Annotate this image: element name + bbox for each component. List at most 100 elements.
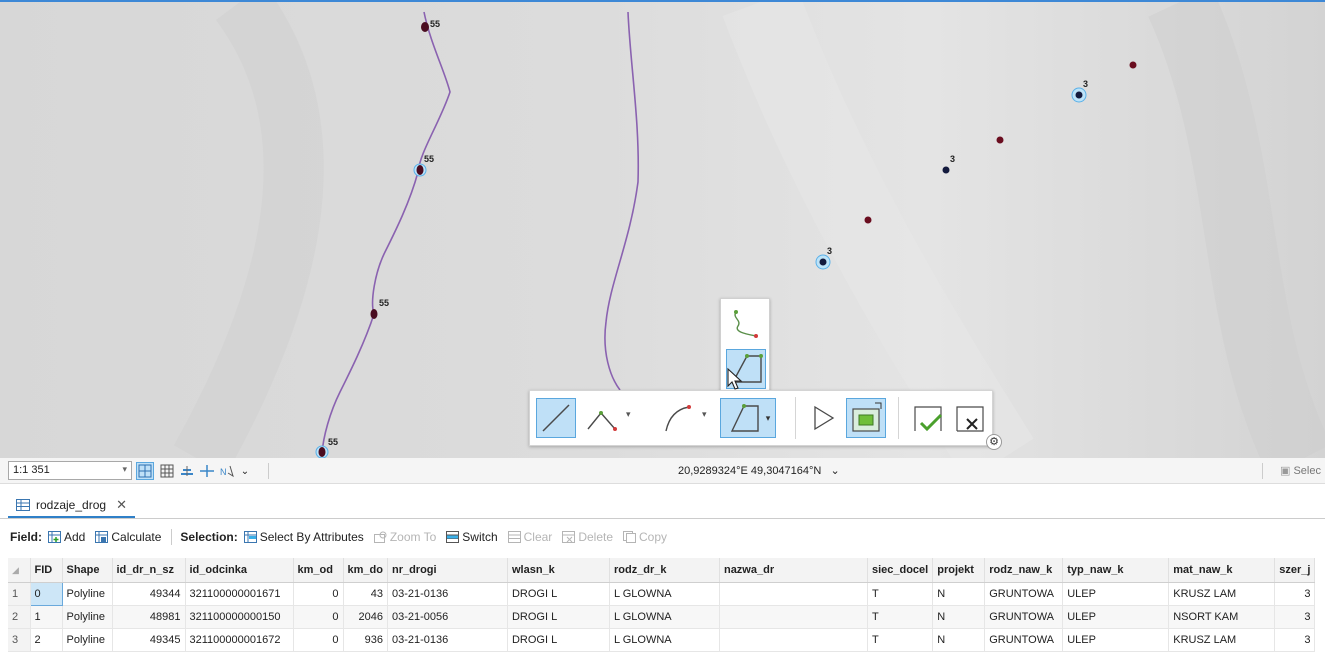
north-arrow-icon[interactable]: N <box>218 462 236 480</box>
table-cell[interactable]: 3 <box>1274 582 1316 606</box>
gear-icon[interactable]: ⚙ <box>986 434 1002 450</box>
table-cell[interactable]: 2 <box>30 628 63 652</box>
switch-selection-button[interactable]: Switch <box>446 530 498 544</box>
column-header[interactable]: szer_j <box>1274 558 1316 583</box>
table-cell[interactable]: KRUSZ LAM <box>1168 582 1276 606</box>
column-header[interactable]: Shape <box>62 558 113 583</box>
tab-rodzaje-drog[interactable]: rodzaje_drog ✕ <box>8 494 135 518</box>
column-header[interactable]: mat_naw_k <box>1168 558 1276 583</box>
table-row[interactable]: 3 2 Polyline 49345 321100000001672 0 936… <box>8 628 1316 652</box>
table-cell[interactable]: 3 <box>1274 605 1316 629</box>
table-cell[interactable]: ULEP <box>1062 605 1170 629</box>
chevron-down-icon[interactable]: ⌄ <box>830 465 839 477</box>
freehand-tool-button[interactable] <box>728 304 764 342</box>
column-header[interactable]: nr_drogi <box>387 558 508 583</box>
table-cell[interactable]: 43 <box>343 582 388 606</box>
table-cell[interactable]: Polyline <box>62 582 113 606</box>
table-cell[interactable]: DROGI L <box>507 605 610 629</box>
table-cell[interactable]: N <box>932 628 986 652</box>
table-cell[interactable]: L GLOWNA <box>609 605 720 629</box>
table-cell[interactable]: NSORT KAM <box>1168 605 1276 629</box>
table-cell[interactable]: ULEP <box>1062 582 1170 606</box>
table-cell[interactable]: N <box>932 582 986 606</box>
table-cell[interactable]: 0 <box>293 582 344 606</box>
table-cell[interactable] <box>719 582 868 606</box>
table-cell[interactable]: 0 <box>29 581 63 606</box>
column-header[interactable]: km_do <box>343 558 388 583</box>
table-cell[interactable]: 49344 <box>112 582 186 606</box>
column-header[interactable]: wlasn_k <box>507 558 610 583</box>
table-cell[interactable]: 48981 <box>112 605 186 629</box>
table-cell[interactable]: ULEP <box>1062 628 1170 652</box>
table-grid-icon[interactable] <box>158 462 176 480</box>
delete-selection-button[interactable]: Delete <box>562 530 613 544</box>
zoom-to-button[interactable]: Zoom To <box>373 530 436 544</box>
table-cell[interactable]: L GLOWNA <box>609 628 720 652</box>
column-header[interactable]: id_dr_n_sz <box>112 558 186 583</box>
crosshair-icon[interactable] <box>198 462 216 480</box>
table-cell[interactable]: GRUNTOWA <box>984 582 1064 606</box>
chevron-down-icon[interactable]: ▾ <box>702 409 707 420</box>
polygon-tool-button[interactable]: ▾ <box>720 398 776 438</box>
table-row[interactable]: 2 1 Polyline 48981 321100000000150 0 204… <box>8 605 1316 629</box>
column-header[interactable]: id_odcinka <box>185 558 294 583</box>
table-cell[interactable]: 3 <box>1274 628 1316 652</box>
table-cell[interactable]: T <box>867 628 934 652</box>
table-cell[interactable]: 03-21-0056 <box>387 605 508 629</box>
table-cell[interactable]: 0 <box>293 605 344 629</box>
clear-selection-button[interactable]: Clear <box>507 530 552 544</box>
table-cell[interactable]: 03-21-0136 <box>387 582 508 606</box>
column-header[interactable]: rodz_dr_k <box>609 558 720 583</box>
row-number[interactable]: 1 <box>8 582 31 606</box>
table-cell[interactable]: 936 <box>343 628 388 652</box>
selection-status[interactable]: ▣ Selec <box>1280 464 1321 477</box>
polyline-tool-button[interactable] <box>582 398 622 438</box>
chevron-down-icon[interactable]: ▾ <box>626 409 631 420</box>
table-cell[interactable]: 03-21-0136 <box>387 628 508 652</box>
table-cell[interactable]: 321100000001672 <box>185 628 294 652</box>
column-header[interactable]: km_od <box>293 558 344 583</box>
column-header[interactable]: FID <box>30 558 63 583</box>
select-by-attributes-button[interactable]: Select By Attributes <box>243 530 364 544</box>
table-cell[interactable]: N <box>932 605 986 629</box>
column-header[interactable]: projekt <box>932 558 986 583</box>
table-cell[interactable]: L GLOWNA <box>609 582 720 606</box>
table-cell[interactable]: 49345 <box>112 628 186 652</box>
rectangle-select-button[interactable] <box>846 398 886 438</box>
table-cell[interactable]: DROGI L <box>507 582 610 606</box>
column-header[interactable]: rodz_naw_k <box>984 558 1064 583</box>
line-tool-button[interactable] <box>536 398 576 438</box>
cancel-sketch-button[interactable] <box>950 398 990 438</box>
finish-sketch-button[interactable] <box>908 398 948 438</box>
chevron-down-icon[interactable]: ⌄ <box>236 462 254 480</box>
select-tool-button[interactable] <box>804 398 844 438</box>
column-header[interactable]: siec_docel <box>867 558 934 583</box>
row-number[interactable]: 3 <box>8 628 31 652</box>
add-field-button[interactable]: Add <box>48 530 85 544</box>
chevron-down-icon[interactable]: ▾ <box>766 413 771 424</box>
table-cell[interactable]: KRUSZ LAM <box>1168 628 1276 652</box>
table-cell[interactable]: Polyline <box>62 628 113 652</box>
table-cell[interactable]: T <box>867 605 934 629</box>
table-cell[interactable]: T <box>867 582 934 606</box>
table-cell[interactable]: Polyline <box>62 605 113 629</box>
calculate-field-button[interactable]: Calculate <box>95 530 161 544</box>
table-cell[interactable]: 321100000000150 <box>185 605 294 629</box>
table-cell[interactable]: 1 <box>30 605 63 629</box>
row-selector-header[interactable]: ◢ <box>8 558 31 583</box>
snapping-icon[interactable] <box>178 462 196 480</box>
close-icon[interactable]: ✕ <box>116 497 127 513</box>
chevron-down-icon[interactable]: ▾ <box>122 464 127 475</box>
table-cell[interactable] <box>719 605 868 629</box>
row-number[interactable]: 2 <box>8 605 31 629</box>
column-header[interactable]: typ_naw_k <box>1062 558 1170 583</box>
map-view[interactable]: 55 55 55 55 3 3 3 ▾ ▾ ▾ ⚙ <box>0 0 1325 458</box>
coordinate-readout[interactable]: 20,9289324°E 49,3047164°N ⌄ <box>678 464 840 477</box>
copy-selection-button[interactable]: Copy <box>623 530 667 544</box>
table-row[interactable]: 1 0 Polyline 49344 321100000001671 0 43 … <box>8 581 1316 606</box>
table-cell[interactable]: GRUNTOWA <box>984 628 1064 652</box>
table-cell[interactable]: 321100000001671 <box>185 582 294 606</box>
table-cell[interactable]: DROGI L <box>507 628 610 652</box>
table-cell[interactable]: GRUNTOWA <box>984 605 1064 629</box>
table-cell[interactable]: 0 <box>293 628 344 652</box>
